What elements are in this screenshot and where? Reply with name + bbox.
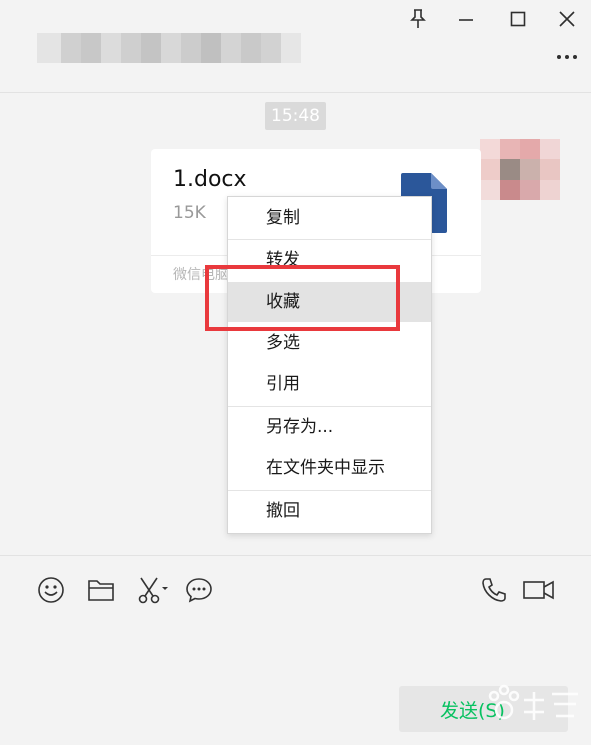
chat-bubble-icon[interactable] — [183, 574, 215, 606]
contact-name-blurred — [37, 33, 301, 63]
avatar[interactable] — [480, 139, 560, 200]
menu-item-quote[interactable]: 引用 — [228, 364, 431, 404]
highlight-annotation-box — [205, 265, 400, 331]
more-options-icon[interactable] — [552, 48, 582, 66]
pin-icon[interactable] — [404, 5, 432, 33]
scissors-icon[interactable] — [133, 574, 173, 606]
menu-item-save-as[interactable]: 另存为... — [228, 407, 431, 447]
close-icon[interactable] — [553, 5, 581, 33]
minimize-icon[interactable] — [452, 5, 480, 33]
folder-icon[interactable] — [85, 574, 117, 606]
watermark-logo — [482, 680, 590, 730]
emoji-icon[interactable] — [35, 574, 67, 606]
menu-item-copy[interactable]: 复制 — [228, 198, 431, 238]
maximize-icon[interactable] — [504, 5, 532, 33]
video-camera-icon[interactable] — [521, 574, 557, 606]
message-timestamp: 15:48 — [265, 102, 326, 130]
file-name: 1.docx — [173, 167, 247, 192]
menu-item-recall[interactable]: 撤回 — [228, 491, 431, 531]
phone-icon[interactable] — [478, 574, 510, 606]
file-size: 15K — [173, 203, 206, 223]
menu-item-show-in-folder[interactable]: 在文件夹中显示 — [228, 448, 431, 488]
context-menu: 复制 转发 收藏 多选 引用 另存为... 在文件夹中显示 撤回 — [227, 196, 432, 534]
input-area-divider — [0, 555, 591, 556]
